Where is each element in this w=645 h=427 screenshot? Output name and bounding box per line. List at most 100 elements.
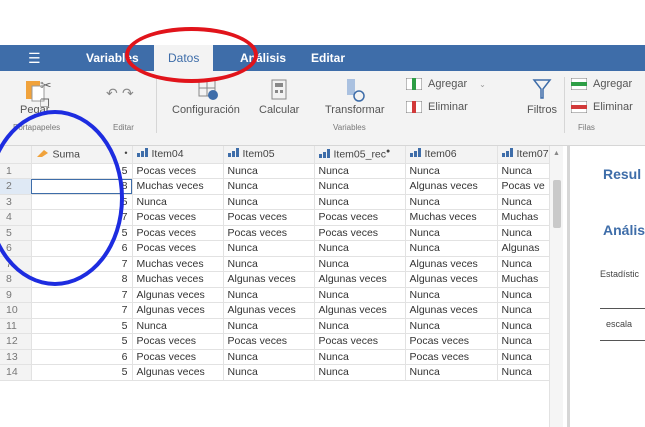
table-cell[interactable]: Nunca xyxy=(497,349,558,365)
table-cell[interactable]: Nunca xyxy=(497,364,558,381)
table-cell[interactable]: Pocas veces xyxy=(405,349,498,365)
agregar-variable-button[interactable]: Agregar ⌄ xyxy=(406,78,486,90)
table-cell[interactable]: Pocas veces xyxy=(223,333,315,350)
table-cell[interactable]: Muchas veces xyxy=(132,256,224,272)
copy-button[interactable]: ❐ xyxy=(40,97,50,110)
filtros-button[interactable]: Filtros xyxy=(527,76,557,116)
table-cell[interactable]: Algunas veces xyxy=(405,256,498,272)
table-row[interactable]: 12 5 Pocas veces Pocas veces Pocas veces Poca… xyxy=(0,333,558,350)
table-row[interactable]: 14 5 Algunas veces Nunca Nunca Nunca Nunca xyxy=(0,364,558,381)
table-cell[interactable]: Algunas veces xyxy=(132,302,224,319)
table-cell[interactable]: Algunas veces xyxy=(405,178,498,195)
table-cell[interactable]: Nunca xyxy=(497,287,558,303)
column-header-item05-rec[interactable]: Item05_rec● xyxy=(314,146,406,164)
table-cell[interactable]: Algunas veces xyxy=(132,364,224,381)
table-cell[interactable]: Pocas veces xyxy=(223,225,315,241)
table-cell[interactable]: Algunas veces xyxy=(223,271,315,288)
table-cell[interactable]: Nunca xyxy=(314,364,406,381)
table-cell[interactable]: Nunca xyxy=(314,256,406,272)
table-cell[interactable]: Muchas xyxy=(497,209,558,226)
cell-suma[interactable]: 5 xyxy=(31,333,133,350)
redo-button[interactable]: ↷ xyxy=(122,85,134,102)
table-cell[interactable]: Nunca xyxy=(497,163,558,179)
table-cell[interactable]: Nunca xyxy=(314,194,406,210)
table-cell[interactable]: Nunca xyxy=(314,287,406,303)
table-cell[interactable]: Pocas veces xyxy=(314,209,406,226)
hamburger-icon[interactable]: ☰ xyxy=(28,50,42,66)
table-cell[interactable]: Pocas veces xyxy=(405,333,498,350)
cell-suma[interactable]: 7 xyxy=(31,287,133,303)
table-cell[interactable]: Algunas veces xyxy=(314,271,406,288)
table-cell[interactable]: Nunca xyxy=(223,240,315,257)
table-cell[interactable]: Nunca xyxy=(223,287,315,303)
table-cell[interactable]: Pocas veces xyxy=(132,225,224,241)
agregar-fila-button[interactable]: Agregar xyxy=(571,78,632,90)
table-cell[interactable]: Algunas veces xyxy=(405,271,498,288)
table-cell[interactable]: Nunca xyxy=(497,333,558,350)
table-cell[interactable]: Nunca xyxy=(497,302,558,319)
column-header-item07[interactable]: Item07 xyxy=(497,146,558,164)
table-cell[interactable]: Muchas veces xyxy=(132,178,224,195)
table-row[interactable]: 13 6 Pocas veces Nunca Nunca Pocas veces Nunca xyxy=(0,349,558,365)
table-cell[interactable]: Nunca xyxy=(314,349,406,365)
table-cell[interactable]: Muchas veces xyxy=(132,271,224,288)
table-cell[interactable]: Pocas veces xyxy=(132,163,224,179)
analysis-heading[interactable]: Anális xyxy=(603,222,645,238)
table-cell[interactable]: Pocas veces xyxy=(132,240,224,257)
table-row[interactable]: 10 7 Algunas veces Algunas veces Algunas vec… xyxy=(0,302,558,319)
table-cell[interactable]: Nunca xyxy=(223,318,315,334)
table-cell[interactable]: Pocas veces xyxy=(223,209,315,226)
table-cell[interactable]: Nunca xyxy=(405,318,498,334)
table-cell[interactable]: Muchas veces xyxy=(405,209,498,226)
scrollbar-thumb[interactable] xyxy=(553,180,561,228)
table-cell[interactable]: Nunca xyxy=(405,364,498,381)
cell-suma[interactable]: 5 xyxy=(31,364,133,381)
vertical-scrollbar[interactable]: ▲ xyxy=(549,146,563,427)
table-cell[interactable]: Algunas veces xyxy=(314,302,406,319)
table-cell[interactable]: Pocas veces xyxy=(132,209,224,226)
table-cell[interactable]: Nunca xyxy=(132,318,224,334)
table-cell[interactable]: Nunca xyxy=(405,163,498,179)
table-cell[interactable]: Pocas veces xyxy=(132,349,224,365)
table-cell[interactable]: Nunca xyxy=(314,178,406,195)
cut-button[interactable]: ✂ xyxy=(40,77,52,94)
cell-suma[interactable]: 6 xyxy=(31,349,133,365)
table-row[interactable]: 11 5 Nunca Nunca Nunca Nunca Nunca xyxy=(0,318,558,334)
table-cell[interactable]: Nunca xyxy=(405,240,498,257)
tab-editar[interactable]: Editar xyxy=(311,45,345,71)
table-cell[interactable]: Nunca xyxy=(497,318,558,334)
table-cell[interactable]: Nunca xyxy=(314,318,406,334)
table-cell[interactable]: Pocas veces xyxy=(314,225,406,241)
column-header-item04[interactable]: Item04 xyxy=(132,146,224,164)
eliminar-variable-button[interactable]: Eliminar xyxy=(406,101,468,113)
table-cell[interactable]: Nunca xyxy=(223,349,315,365)
table-cell[interactable]: Nunca xyxy=(314,240,406,257)
table-cell[interactable]: Nunca xyxy=(223,256,315,272)
table-cell[interactable]: Nunca xyxy=(497,225,558,241)
column-header-item06[interactable]: Item06 xyxy=(405,146,498,164)
table-cell[interactable]: Nunca xyxy=(405,194,498,210)
column-header-item05[interactable]: Item05 xyxy=(223,146,315,164)
table-cell[interactable]: Nunca xyxy=(497,256,558,272)
table-cell[interactable]: Algunas veces xyxy=(223,302,315,319)
table-cell[interactable]: Nunca xyxy=(223,194,315,210)
table-cell[interactable]: Nunca xyxy=(223,178,315,195)
table-cell[interactable]: Nunca xyxy=(314,163,406,179)
cell-suma[interactable]: 7 xyxy=(31,302,133,319)
calcular-button[interactable]: Calcular xyxy=(259,76,299,116)
table-cell[interactable]: Algunas xyxy=(497,240,558,257)
table-cell[interactable]: Muchas xyxy=(497,271,558,288)
table-cell[interactable]: Nunca xyxy=(223,163,315,179)
undo-button[interactable]: ↶ xyxy=(106,85,118,102)
eliminar-fila-button[interactable]: Eliminar xyxy=(571,101,633,113)
table-cell[interactable]: Nunca xyxy=(405,287,498,303)
table-cell[interactable]: Nunca xyxy=(132,194,224,210)
table-cell[interactable]: Nunca xyxy=(497,194,558,210)
scroll-up-icon[interactable]: ▲ xyxy=(553,150,560,157)
table-cell[interactable]: Algunas veces xyxy=(405,302,498,319)
table-cell[interactable]: Pocas veces xyxy=(314,333,406,350)
table-cell[interactable]: Pocas ve xyxy=(497,178,558,195)
table-row[interactable]: 9 7 Algunas veces Nunca Nunca Nunca Nunca xyxy=(0,287,558,303)
table-cell[interactable]: Nunca xyxy=(223,364,315,381)
table-cell[interactable]: Nunca xyxy=(405,225,498,241)
